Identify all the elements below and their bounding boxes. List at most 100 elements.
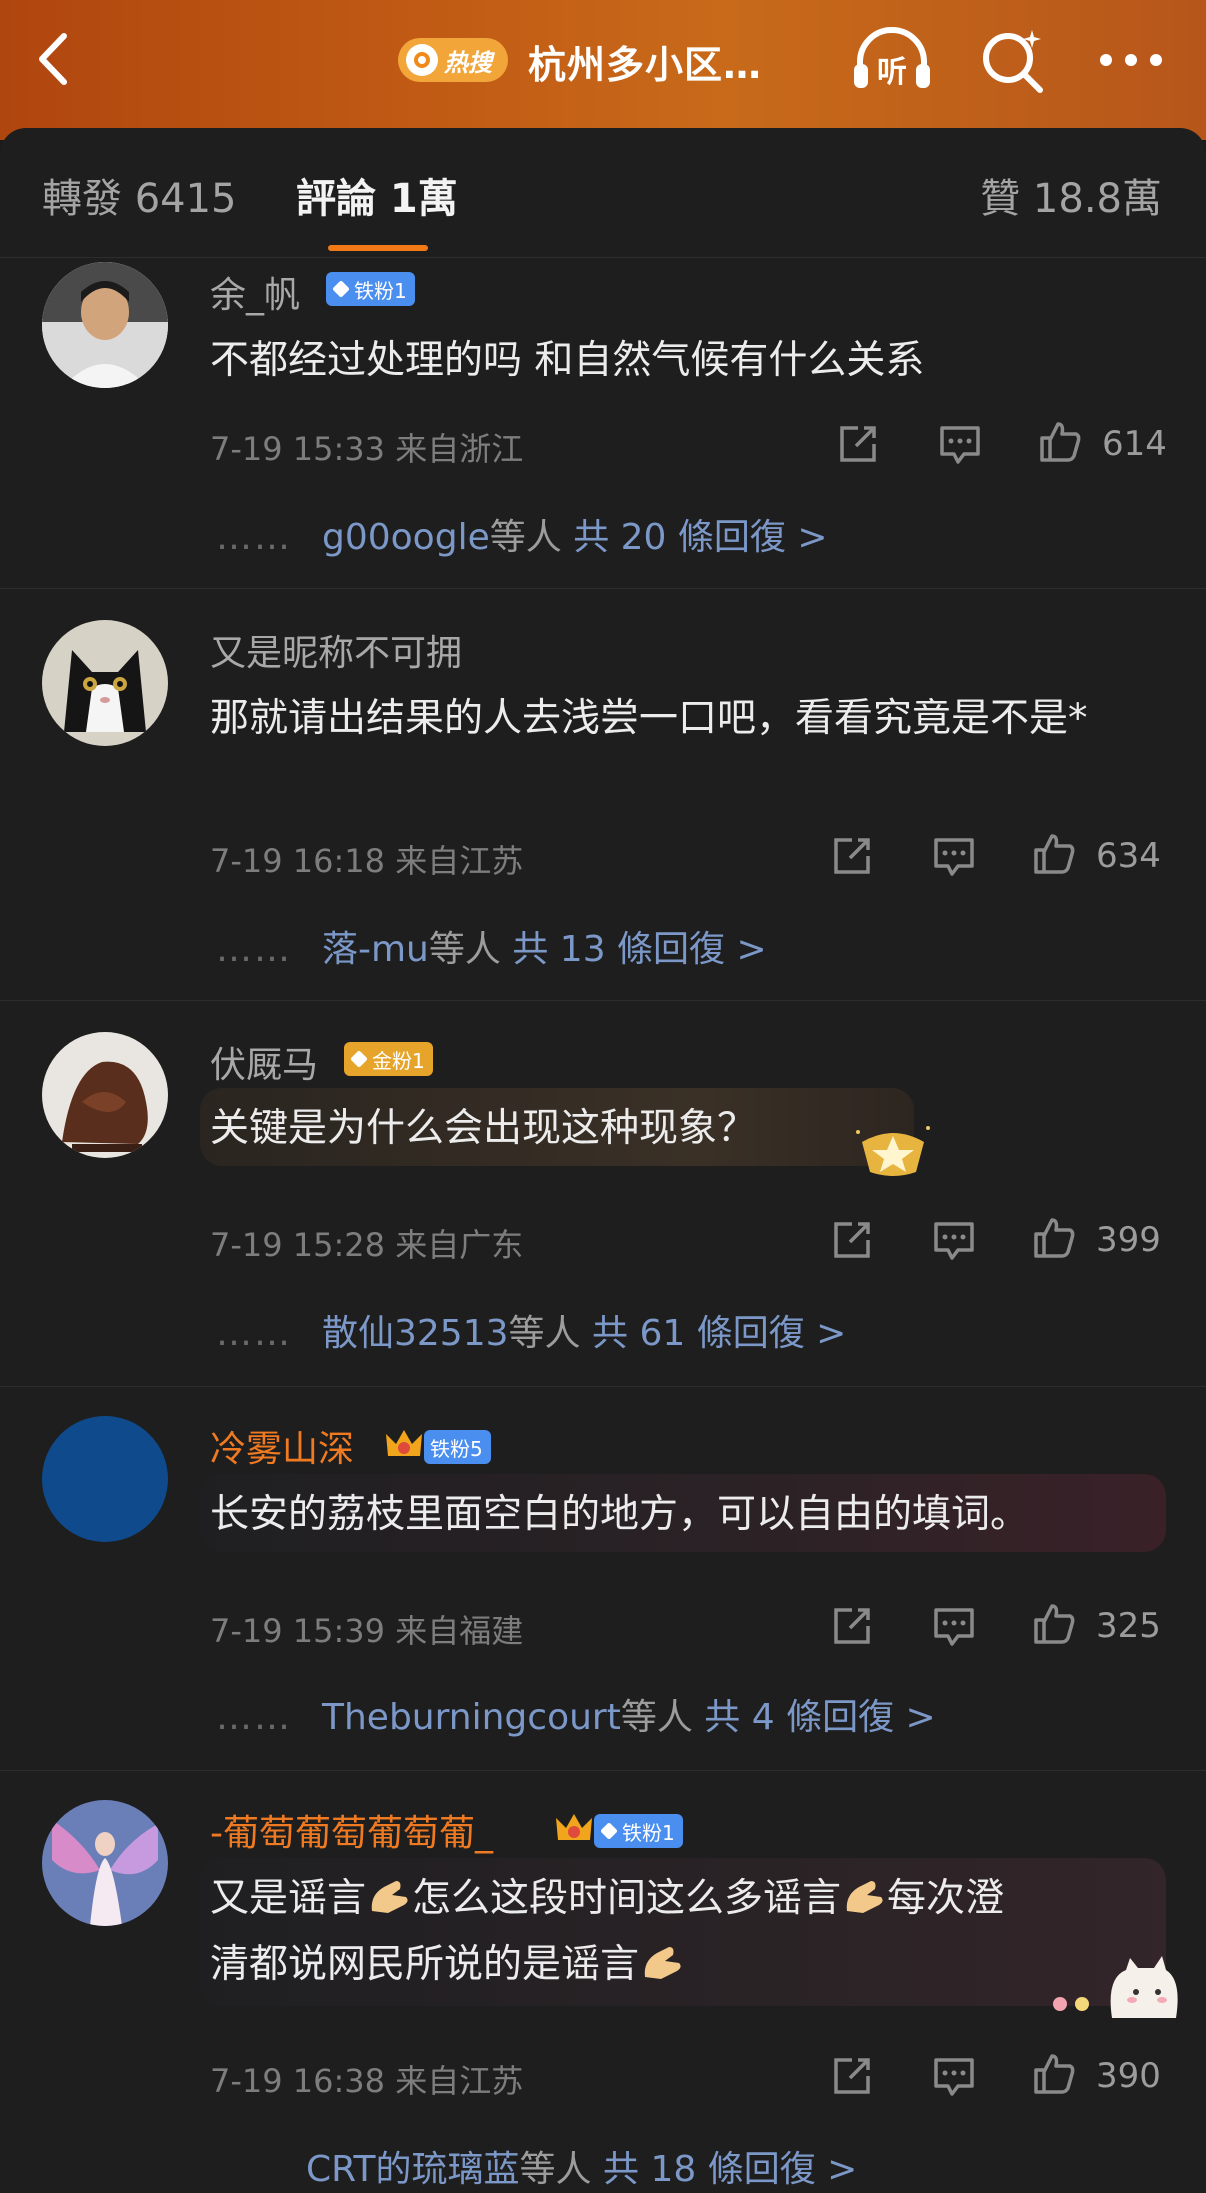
like-icon[interactable] (1032, 1602, 1076, 1646)
comment-meta: 7-19 15:39 来自福建 (210, 1612, 524, 1650)
diamond-icon (600, 1822, 618, 1840)
comment-icon[interactable] (932, 1604, 976, 1648)
comment-text: 不都经过处理的吗 和自然气候有什么关系 (210, 338, 925, 383)
share-icon[interactable] (830, 1218, 874, 1262)
cat-avatar-photo (42, 620, 168, 746)
share-icon[interactable] (830, 1604, 874, 1648)
username[interactable]: -葡萄葡萄葡萄葡_ (210, 1804, 493, 1856)
tab-reposts[interactable]: 轉發 6415 (42, 166, 237, 224)
ellipsis: …… (216, 1697, 292, 1738)
gold-badge-icon (856, 1126, 930, 1176)
like-icon[interactable] (1038, 420, 1082, 464)
more-options-icon[interactable] (1096, 40, 1166, 80)
fan-badge[interactable]: 金粉1 (344, 1042, 433, 1076)
like-icon[interactable] (1032, 1216, 1076, 1260)
tab-comments[interactable]: 評論 1萬 (296, 166, 458, 224)
reply-total: 共 4 條回復 > (704, 1697, 936, 1738)
avatar[interactable] (42, 1416, 168, 1542)
text-part: 怎么这段时间这么多谣言 (412, 1876, 842, 1921)
hot-search-badge[interactable]: 热搜 (398, 38, 508, 82)
reply-user: g00oogle (322, 517, 490, 558)
view-replies-link[interactable]: …… Theburningcourt等人 共 4 條回復 > (216, 1688, 936, 1740)
reply-user: Theburningcourt (322, 1697, 621, 1738)
avatar[interactable] (42, 1800, 168, 1926)
pinch-hand-emoji-icon (639, 1938, 685, 1979)
reply-user: CRT的琉璃蓝 (306, 2149, 520, 2190)
reply-mid: 等人 (428, 929, 501, 970)
search-icon[interactable] (978, 26, 1046, 94)
back-arrow-icon[interactable] (30, 28, 80, 90)
share-icon[interactable] (830, 834, 874, 878)
comment-meta: 7-19 16:18 来自江苏 (210, 842, 524, 880)
reply-mid: 等人 (508, 1313, 581, 1354)
like-count: 634 (1096, 836, 1161, 876)
reply-user: 落-mu (322, 929, 429, 970)
reply-user: 散仙32513 (322, 1313, 509, 1354)
comment-text: 长安的荔枝里面空白的地方，可以自由的填词。 (210, 1492, 1030, 1537)
divider (0, 1000, 1206, 1001)
ellipsis: …… (216, 929, 292, 970)
reply-total: 共 61 條回復 > (592, 1313, 847, 1354)
active-tab-indicator (328, 245, 428, 251)
divider (0, 1386, 1206, 1387)
username[interactable]: 冷雾山深 (210, 1420, 354, 1472)
badge-label: 铁粉1 (354, 278, 407, 303)
fairy-avatar-photo (42, 1800, 168, 1926)
reply-total: 共 20 條回復 > (573, 517, 828, 558)
listen-icon[interactable]: 听 (850, 26, 934, 94)
view-replies-link[interactable]: …… 落-mu等人 共 13 條回復 > (216, 920, 767, 972)
view-replies-link[interactable]: …… 散仙32513等人 共 61 條回復 > (216, 1304, 846, 1356)
reply-total: 共 18 條回復 > (603, 2149, 858, 2190)
search-icon (406, 44, 438, 76)
comment-meta: 7-19 15:33 来自浙江 (210, 430, 524, 468)
top-bar: 热搜 杭州多小区… 听 (0, 0, 1206, 140)
hot-search-label: 热搜 (444, 48, 492, 77)
text-part: 清都说网民所说的是谣言 (210, 1942, 640, 1987)
carving-avatar-photo (42, 1032, 168, 1158)
divider (0, 1770, 1206, 1771)
avatar[interactable] (42, 620, 168, 746)
comment-icon[interactable] (938, 422, 982, 466)
share-icon[interactable] (836, 422, 880, 466)
fan-badge[interactable]: 铁粉1 (326, 272, 415, 306)
badge-label: 金粉1 (372, 1048, 425, 1073)
comment-icon[interactable] (932, 1218, 976, 1262)
cat-sticker-icon (1053, 1956, 1178, 2018)
avatar[interactable] (42, 262, 168, 388)
diamond-icon (332, 280, 350, 298)
comment-icon[interactable] (932, 834, 976, 878)
reply-mid: 等人 (620, 1697, 693, 1738)
fan-badge[interactable]: 铁粉5 (424, 1430, 491, 1464)
diamond-icon (350, 1050, 368, 1068)
badge-label: 铁粉5 (430, 1436, 483, 1461)
reply-mid: 等人 (489, 517, 562, 558)
username[interactable]: 伏厩马 (210, 1036, 318, 1088)
comment-meta: 7-19 16:38 来自江苏 (210, 2062, 524, 2100)
crown-icon (556, 1814, 592, 1840)
topic-title[interactable]: 杭州多小区… (528, 34, 762, 89)
comment-text: 又是谣言 怎么这段时间这么多谣言 每次澄清都说网民所说的是谣言 (210, 1866, 1170, 1998)
like-icon[interactable] (1032, 832, 1076, 876)
like-count: 390 (1096, 2056, 1161, 2096)
crown-icon (386, 1430, 422, 1456)
comment-meta: 7-19 15:28 来自广东 (210, 1226, 524, 1264)
username[interactable]: 余_帆 (210, 266, 300, 318)
pinch-hand-emoji-icon (366, 1872, 412, 1913)
view-replies-link[interactable]: CRT的琉璃蓝等人 共 18 條回復 > (216, 2140, 857, 2192)
share-icon[interactable] (830, 2054, 874, 2098)
like-count: 399 (1096, 1220, 1161, 1260)
text-part: 又是谣言 (210, 1876, 367, 1921)
like-count: 614 (1102, 424, 1167, 464)
ellipsis: …… (216, 1313, 292, 1354)
like-icon[interactable] (1032, 2052, 1076, 2096)
pinch-hand-emoji-icon (841, 1872, 887, 1913)
avatar[interactable] (42, 1032, 168, 1158)
tab-likes[interactable]: 贊 18.8萬 (980, 166, 1162, 224)
comment-icon[interactable] (932, 2054, 976, 2098)
username[interactable]: 又是昵称不可拥 (210, 624, 462, 676)
view-replies-link[interactable]: …… g00oogle等人 共 20 條回復 > (216, 508, 828, 560)
fan-badge[interactable]: 铁粉1 (594, 1814, 683, 1848)
ellipsis: …… (216, 517, 292, 558)
reply-mid: 等人 (519, 2149, 592, 2190)
text-part: 每次澄 (887, 1876, 1005, 1921)
